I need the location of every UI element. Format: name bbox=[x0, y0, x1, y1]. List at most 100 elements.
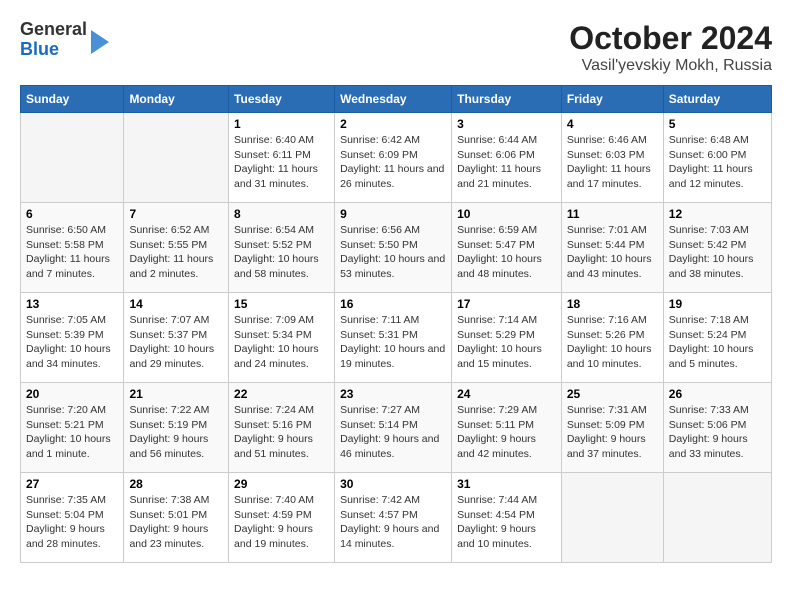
day-number: 18 bbox=[567, 297, 658, 311]
table-row: 1 Sunrise: 6:40 AMSunset: 6:11 PMDayligh… bbox=[229, 113, 335, 203]
table-row: 8 Sunrise: 6:54 AMSunset: 5:52 PMDayligh… bbox=[229, 203, 335, 293]
day-info: Sunrise: 7:11 AMSunset: 5:31 PMDaylight:… bbox=[340, 314, 445, 370]
day-number: 8 bbox=[234, 207, 329, 221]
calendar-week-row: 13 Sunrise: 7:05 AMSunset: 5:39 PMDaylig… bbox=[21, 293, 772, 383]
logo: General Blue bbox=[20, 20, 109, 60]
title-section: October 2024 Vasil'yevskiy Mokh, Russia bbox=[569, 20, 772, 75]
day-info: Sunrise: 7:44 AMSunset: 4:54 PMDaylight:… bbox=[457, 494, 537, 550]
table-row: 28 Sunrise: 7:38 AMSunset: 5:01 PMDaylig… bbox=[124, 473, 229, 563]
day-info: Sunrise: 7:16 AMSunset: 5:26 PMDaylight:… bbox=[567, 314, 652, 370]
day-number: 24 bbox=[457, 387, 556, 401]
day-info: Sunrise: 6:56 AMSunset: 5:50 PMDaylight:… bbox=[340, 224, 445, 280]
table-row: 9 Sunrise: 6:56 AMSunset: 5:50 PMDayligh… bbox=[335, 203, 452, 293]
table-row: 4 Sunrise: 6:46 AMSunset: 6:03 PMDayligh… bbox=[561, 113, 663, 203]
table-row: 6 Sunrise: 6:50 AMSunset: 5:58 PMDayligh… bbox=[21, 203, 124, 293]
table-row bbox=[561, 473, 663, 563]
table-row bbox=[124, 113, 229, 203]
day-number: 5 bbox=[669, 117, 766, 131]
day-info: Sunrise: 6:50 AMSunset: 5:58 PMDaylight:… bbox=[26, 224, 110, 280]
col-thursday: Thursday bbox=[452, 86, 562, 113]
day-number: 1 bbox=[234, 117, 329, 131]
day-info: Sunrise: 6:48 AMSunset: 6:00 PMDaylight:… bbox=[669, 134, 753, 190]
logo-arrow-icon bbox=[91, 30, 109, 54]
logo-blue: Blue bbox=[20, 40, 87, 60]
day-info: Sunrise: 6:52 AMSunset: 5:55 PMDaylight:… bbox=[129, 224, 213, 280]
day-info: Sunrise: 7:03 AMSunset: 5:42 PMDaylight:… bbox=[669, 224, 754, 280]
table-row: 17 Sunrise: 7:14 AMSunset: 5:29 PMDaylig… bbox=[452, 293, 562, 383]
table-row: 26 Sunrise: 7:33 AMSunset: 5:06 PMDaylig… bbox=[663, 383, 771, 473]
calendar-week-row: 27 Sunrise: 7:35 AMSunset: 5:04 PMDaylig… bbox=[21, 473, 772, 563]
day-number: 2 bbox=[340, 117, 446, 131]
day-info: Sunrise: 7:31 AMSunset: 5:09 PMDaylight:… bbox=[567, 404, 647, 460]
table-row bbox=[21, 113, 124, 203]
calendar-title: October 2024 bbox=[569, 20, 772, 57]
table-row: 22 Sunrise: 7:24 AMSunset: 5:16 PMDaylig… bbox=[229, 383, 335, 473]
table-row: 11 Sunrise: 7:01 AMSunset: 5:44 PMDaylig… bbox=[561, 203, 663, 293]
table-row: 7 Sunrise: 6:52 AMSunset: 5:55 PMDayligh… bbox=[124, 203, 229, 293]
table-row: 16 Sunrise: 7:11 AMSunset: 5:31 PMDaylig… bbox=[335, 293, 452, 383]
table-row: 12 Sunrise: 7:03 AMSunset: 5:42 PMDaylig… bbox=[663, 203, 771, 293]
table-row bbox=[663, 473, 771, 563]
day-number: 26 bbox=[669, 387, 766, 401]
day-number: 31 bbox=[457, 477, 556, 491]
day-info: Sunrise: 7:24 AMSunset: 5:16 PMDaylight:… bbox=[234, 404, 314, 460]
calendar-week-row: 20 Sunrise: 7:20 AMSunset: 5:21 PMDaylig… bbox=[21, 383, 772, 473]
day-number: 28 bbox=[129, 477, 223, 491]
day-number: 22 bbox=[234, 387, 329, 401]
day-info: Sunrise: 7:14 AMSunset: 5:29 PMDaylight:… bbox=[457, 314, 542, 370]
day-info: Sunrise: 6:46 AMSunset: 6:03 PMDaylight:… bbox=[567, 134, 651, 190]
table-row: 14 Sunrise: 7:07 AMSunset: 5:37 PMDaylig… bbox=[124, 293, 229, 383]
table-row: 29 Sunrise: 7:40 AMSunset: 4:59 PMDaylig… bbox=[229, 473, 335, 563]
col-friday: Friday bbox=[561, 86, 663, 113]
day-info: Sunrise: 7:05 AMSunset: 5:39 PMDaylight:… bbox=[26, 314, 111, 370]
day-info: Sunrise: 7:20 AMSunset: 5:21 PMDaylight:… bbox=[26, 404, 111, 460]
day-number: 20 bbox=[26, 387, 118, 401]
day-info: Sunrise: 6:59 AMSunset: 5:47 PMDaylight:… bbox=[457, 224, 542, 280]
logo-general: General bbox=[20, 20, 87, 40]
page-header: General Blue October 2024 Vasil'yevskiy … bbox=[20, 20, 772, 75]
calendar-table: Sunday Monday Tuesday Wednesday Thursday… bbox=[20, 85, 772, 563]
day-number: 29 bbox=[234, 477, 329, 491]
col-wednesday: Wednesday bbox=[335, 86, 452, 113]
day-info: Sunrise: 7:35 AMSunset: 5:04 PMDaylight:… bbox=[26, 494, 106, 550]
day-info: Sunrise: 6:42 AMSunset: 6:09 PMDaylight:… bbox=[340, 134, 444, 190]
day-number: 9 bbox=[340, 207, 446, 221]
calendar-body: 1 Sunrise: 6:40 AMSunset: 6:11 PMDayligh… bbox=[21, 113, 772, 563]
table-row: 3 Sunrise: 6:44 AMSunset: 6:06 PMDayligh… bbox=[452, 113, 562, 203]
table-row: 31 Sunrise: 7:44 AMSunset: 4:54 PMDaylig… bbox=[452, 473, 562, 563]
table-row: 23 Sunrise: 7:27 AMSunset: 5:14 PMDaylig… bbox=[335, 383, 452, 473]
day-info: Sunrise: 7:33 AMSunset: 5:06 PMDaylight:… bbox=[669, 404, 749, 460]
day-number: 4 bbox=[567, 117, 658, 131]
table-row: 13 Sunrise: 7:05 AMSunset: 5:39 PMDaylig… bbox=[21, 293, 124, 383]
day-number: 7 bbox=[129, 207, 223, 221]
table-row: 24 Sunrise: 7:29 AMSunset: 5:11 PMDaylig… bbox=[452, 383, 562, 473]
table-row: 30 Sunrise: 7:42 AMSunset: 4:57 PMDaylig… bbox=[335, 473, 452, 563]
day-info: Sunrise: 7:29 AMSunset: 5:11 PMDaylight:… bbox=[457, 404, 537, 460]
day-number: 21 bbox=[129, 387, 223, 401]
header-row: Sunday Monday Tuesday Wednesday Thursday… bbox=[21, 86, 772, 113]
day-info: Sunrise: 7:27 AMSunset: 5:14 PMDaylight:… bbox=[340, 404, 439, 460]
day-info: Sunrise: 6:40 AMSunset: 6:11 PMDaylight:… bbox=[234, 134, 318, 190]
day-number: 15 bbox=[234, 297, 329, 311]
day-number: 19 bbox=[669, 297, 766, 311]
col-saturday: Saturday bbox=[663, 86, 771, 113]
day-info: Sunrise: 7:22 AMSunset: 5:19 PMDaylight:… bbox=[129, 404, 209, 460]
day-number: 10 bbox=[457, 207, 556, 221]
day-number: 11 bbox=[567, 207, 658, 221]
table-row: 15 Sunrise: 7:09 AMSunset: 5:34 PMDaylig… bbox=[229, 293, 335, 383]
col-tuesday: Tuesday bbox=[229, 86, 335, 113]
day-number: 16 bbox=[340, 297, 446, 311]
calendar-header: Sunday Monday Tuesday Wednesday Thursday… bbox=[21, 86, 772, 113]
table-row: 18 Sunrise: 7:16 AMSunset: 5:26 PMDaylig… bbox=[561, 293, 663, 383]
calendar-week-row: 1 Sunrise: 6:40 AMSunset: 6:11 PMDayligh… bbox=[21, 113, 772, 203]
table-row: 10 Sunrise: 6:59 AMSunset: 5:47 PMDaylig… bbox=[452, 203, 562, 293]
day-info: Sunrise: 7:01 AMSunset: 5:44 PMDaylight:… bbox=[567, 224, 652, 280]
day-number: 14 bbox=[129, 297, 223, 311]
logo-text: General Blue bbox=[20, 20, 87, 60]
day-number: 3 bbox=[457, 117, 556, 131]
day-info: Sunrise: 7:42 AMSunset: 4:57 PMDaylight:… bbox=[340, 494, 439, 550]
day-info: Sunrise: 7:38 AMSunset: 5:01 PMDaylight:… bbox=[129, 494, 209, 550]
day-info: Sunrise: 7:07 AMSunset: 5:37 PMDaylight:… bbox=[129, 314, 214, 370]
day-number: 25 bbox=[567, 387, 658, 401]
col-sunday: Sunday bbox=[21, 86, 124, 113]
